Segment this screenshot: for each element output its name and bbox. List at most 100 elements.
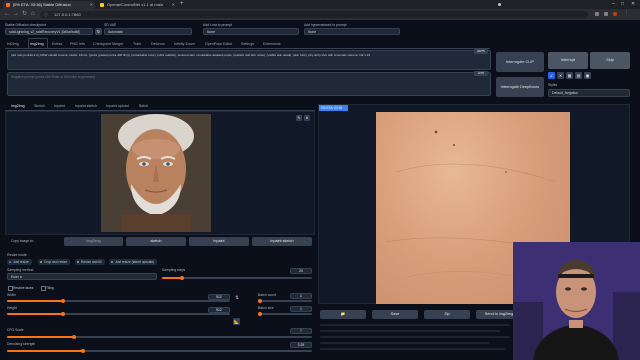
tab-txt2img[interactable]: txt2img	[7, 42, 19, 46]
subtab-inpaint[interactable]: Inpaint	[54, 104, 65, 108]
subtab-batch[interactable]: Batch	[139, 104, 148, 108]
reload-icon[interactable]: ↻	[22, 11, 27, 18]
tab-train[interactable]: Train	[133, 42, 141, 46]
favicon-icon	[6, 3, 10, 7]
slider-knob[interactable]	[60, 299, 65, 303]
lora-select[interactable]: None	[203, 28, 299, 35]
sampling-steps-input[interactable]: 20	[290, 268, 312, 274]
width-slider[interactable]	[7, 299, 230, 303]
slider-knob[interactable]	[81, 349, 86, 353]
batch-size-slider[interactable]	[258, 312, 312, 316]
forward-icon[interactable]: →	[13, 11, 19, 18]
tab-infinity-zoom[interactable]: Infinity Zoom	[174, 42, 195, 46]
hypernetwork-select[interactable]: None	[304, 28, 400, 35]
tab-extensions[interactable]: Extensions	[263, 42, 281, 46]
vae-label: SD VAE	[104, 23, 117, 27]
bookmarks-icon[interactable]	[604, 12, 608, 16]
menu-icon[interactable]: ⋮	[624, 10, 629, 16]
minimize-icon[interactable]: –	[612, 0, 615, 9]
cfg-scale-label: CFG Scale	[7, 328, 24, 332]
interrogate-deepbooru-button[interactable]: Interrogate DeepBooru	[496, 77, 544, 97]
denoising-strength-slider[interactable]	[7, 349, 312, 353]
close-tab-icon[interactable]: ✕	[172, 1, 175, 9]
new-tab-button[interactable]: +	[180, 0, 184, 9]
subtab-img2img[interactable]: img2img	[11, 104, 25, 108]
cfg-scale-slider[interactable]	[7, 335, 312, 339]
browser-tab-stable-diffusion[interactable]: [0% ETA: 03:36] Stable Diffusion ✕	[3, 1, 95, 9]
tab-deforum[interactable]: Deforum	[151, 42, 165, 46]
close-tab-icon[interactable]: ✕	[90, 1, 93, 9]
interrupt-button[interactable]: Interrupt	[548, 52, 588, 69]
tab-extras[interactable]: Extras	[52, 42, 62, 46]
subtab-sketch[interactable]: Sketch	[34, 104, 45, 108]
copy-image-to-label: Copy image to:	[11, 239, 34, 243]
home-icon[interactable]: ⌂	[31, 11, 35, 18]
profile-avatar[interactable]	[613, 12, 617, 16]
styles-select[interactable]: Default_Negative	[548, 89, 630, 97]
url-field[interactable]: ⓘ 127.0.0.1:7860	[40, 11, 588, 18]
tab-settings[interactable]: Settings	[241, 42, 254, 46]
sampling-steps-label: Sampling steps	[162, 268, 186, 272]
edit-icon[interactable]: ✎	[296, 115, 302, 121]
save-button[interactable]: Save	[372, 310, 418, 319]
close-window-icon[interactable]: ✕	[631, 0, 635, 9]
refresh-icon[interactable]: ↻	[95, 28, 102, 35]
hypernetwork-label: Add hypernetwork to prompt	[304, 23, 347, 27]
clear-image-icon[interactable]: ✕	[304, 115, 310, 121]
subtab-inpaint-sketch[interactable]: Inpaint sketch	[75, 104, 97, 108]
copy-to-inpaint-sketch-button[interactable]: inpaint sketch	[252, 237, 312, 246]
resize-option-just-resize[interactable]: Just resize	[7, 259, 32, 265]
prompt-textarea[interactable]: (old man portrait:1.2), RAW candid cinem…	[7, 50, 491, 70]
slider-knob[interactable]	[258, 312, 262, 316]
batch-size-label: Batch size	[258, 306, 274, 310]
denoising-strength-input[interactable]: 0.25	[290, 342, 312, 348]
tab-checkpoint-merger[interactable]: Checkpoint Merger	[93, 42, 123, 46]
apply-style-icon[interactable]: ▤	[575, 72, 582, 79]
batch-count-input[interactable]: 1	[290, 293, 312, 299]
slider-knob[interactable]	[60, 312, 65, 316]
zip-button[interactable]: Zip	[424, 310, 470, 319]
slider-knob[interactable]	[179, 276, 184, 280]
batch-count-slider[interactable]	[258, 299, 312, 303]
ruler-icon[interactable]: 📐	[233, 318, 240, 325]
cfg-scale-input[interactable]: 7	[290, 328, 312, 334]
sampling-method-select[interactable]: Euler a	[7, 273, 157, 280]
negative-token-counter: 0/75	[474, 71, 488, 76]
batch-size-input[interactable]: 1	[290, 306, 312, 312]
trash-icon[interactable]: ✕	[557, 72, 564, 79]
maximize-icon[interactable]: □	[621, 0, 624, 9]
vae-select[interactable]: Automatic	[104, 28, 192, 35]
back-icon[interactable]: ←	[4, 11, 10, 18]
copy-to-img2img-button[interactable]: img2img	[64, 237, 123, 246]
copy-to-sketch-button[interactable]: sketch	[126, 237, 186, 246]
height-slider[interactable]	[7, 312, 230, 316]
extensions-icon[interactable]	[595, 12, 599, 16]
open-folder-button[interactable]: 📁	[320, 310, 366, 319]
tab-openpose-editor[interactable]: OpenPose Editor	[205, 42, 232, 46]
subtab-inpaint-upload[interactable]: Inpaint upload	[106, 104, 129, 108]
slider-fill	[162, 277, 182, 279]
input-image-panel[interactable]: ✎ ✕	[5, 111, 315, 235]
save-style-icon[interactable]: ▣	[584, 72, 591, 79]
resize-option-crop-and-resize[interactable]: Crop and resize	[38, 259, 71, 265]
resize-option-resize-and-fill[interactable]: Resize and fill	[75, 259, 105, 265]
resize-option-latent-upscale[interactable]: Just resize (latent upscale)	[109, 259, 158, 265]
browser-tab-bar: [0% ETA: 03:36] Stable Diffusion ✕ Opena…	[0, 0, 640, 9]
paste-icon[interactable]: ↙	[548, 72, 555, 79]
slider-knob[interactable]	[72, 335, 77, 339]
extra-networks-icon[interactable]: ▦	[566, 72, 573, 79]
browser-tab-controlnet[interactable]: Openai/ControlNet v1.1 at main ✕	[97, 1, 177, 9]
skip-button[interactable]: Skip	[590, 52, 630, 69]
tab-png-info[interactable]: PNG Info	[70, 42, 85, 46]
restore-faces-checkbox[interactable]: Restore faces	[8, 286, 33, 292]
swap-dimensions-icon[interactable]: ⇅	[234, 295, 240, 301]
sampling-steps-slider[interactable]	[162, 276, 312, 280]
sampling-method-label: Sampling method	[7, 268, 34, 272]
slider-knob[interactable]	[258, 299, 262, 303]
tiling-checkbox[interactable]: Tiling	[41, 286, 54, 292]
generation-info-line	[320, 348, 505, 350]
copy-to-inpaint-button[interactable]: inpaint	[189, 237, 249, 246]
checkpoint-select[interactable]: sdxlLightning_v2_sdxlRecoveryV1 [0d5a0bd…	[5, 28, 93, 35]
interrogate-clip-button[interactable]: Interrogate CLIP	[496, 52, 544, 72]
negative-prompt-textarea[interactable]: Negative prompt (press Ctrl+Enter or Alt…	[7, 72, 491, 96]
